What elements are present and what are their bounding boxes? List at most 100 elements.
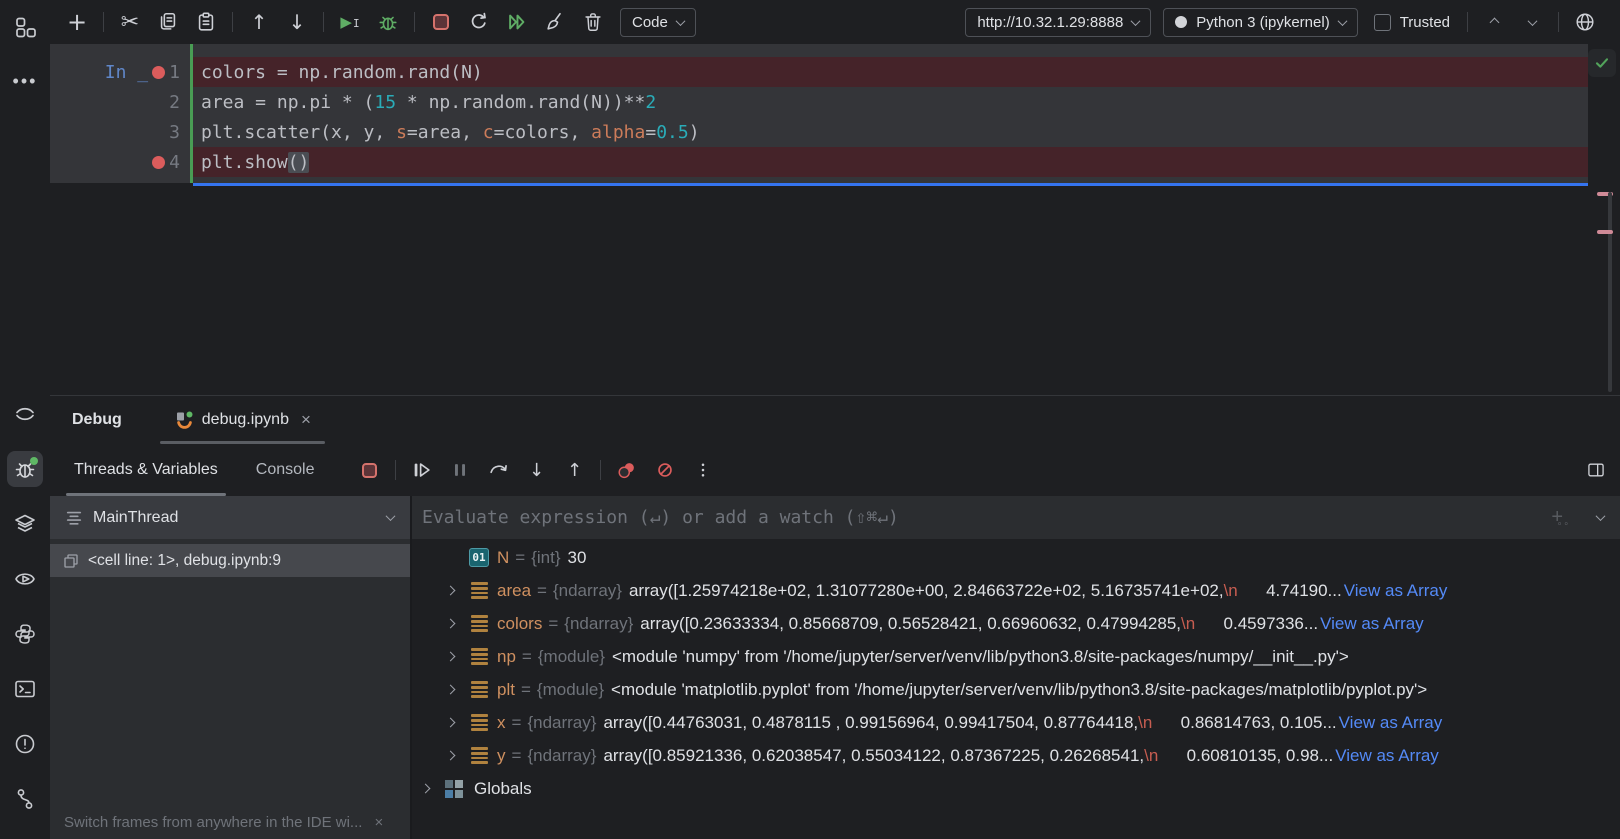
gutter-line-4[interactable]: 4 [50, 147, 190, 177]
gutter-line-3[interactable]: 3 [50, 117, 190, 147]
pause-button[interactable] [448, 458, 472, 482]
interrupt-kernel-button[interactable] [428, 9, 454, 35]
hint-close-icon[interactable]: × [374, 814, 383, 831]
copy-cell-button[interactable] [155, 9, 181, 35]
sidebar-item-more-tool-windows[interactable]: ••• [7, 63, 43, 99]
cut-cell-button[interactable]: ✂ [117, 9, 143, 35]
variable-row-N[interactable]: 01 N = {int} 30 [412, 541, 1620, 574]
chevron-down-icon [1337, 16, 1347, 26]
tab-threads-variables[interactable]: Threads & Variables [72, 444, 220, 496]
restart-kernel-button[interactable] [466, 9, 492, 35]
breakpoint-stripe-mark[interactable] [1597, 230, 1613, 234]
server-url-select[interactable]: http://10.32.1.29:8888 [965, 8, 1151, 37]
add-cell-button[interactable]: + [64, 9, 90, 35]
step-out-button[interactable]: ↑ [562, 458, 586, 482]
debug-cell-bug-icon [377, 11, 399, 33]
notebook-editor[interactable]: In _ 1 2 3 4 colors = np.random.ran [50, 44, 1620, 395]
sidebar-item-problems[interactable] [7, 726, 43, 762]
sidebar-item-layers[interactable] [7, 506, 43, 542]
code-token: plt.scatter(x, y, [201, 122, 396, 143]
sidebar-item-project[interactable] [7, 9, 43, 45]
frames-hint-text: Switch frames from anywhere in the IDE w… [64, 814, 362, 831]
view-breakpoints-icon [616, 459, 638, 481]
run-cell-button[interactable]: ▶I [337, 9, 363, 35]
open-in-browser-button[interactable] [1572, 9, 1598, 35]
view-as-array-link[interactable]: View as Array [1335, 746, 1439, 766]
debug-cell-button[interactable] [375, 9, 401, 35]
toolbar-separator [103, 12, 104, 32]
paste-cell-button[interactable] [193, 9, 219, 35]
gutter-line-1[interactable]: In _ 1 [50, 57, 190, 87]
step-over-button[interactable] [486, 458, 510, 482]
variable-value: 0.86814763, 0.105... [1152, 713, 1336, 733]
expand-chevron[interactable] [447, 686, 469, 693]
checkmark-icon [1594, 55, 1610, 71]
variable-name: x [497, 713, 506, 733]
sidebar-item-terminal[interactable] [7, 671, 43, 707]
close-tab-icon[interactable]: × [301, 410, 311, 430]
variable-row-area[interactable]: area = {ndarray} array([1.25974218e+02, … [412, 574, 1620, 607]
delete-cell-button[interactable] [580, 9, 606, 35]
resume-button[interactable] [410, 458, 434, 482]
view-breakpoints-button[interactable] [615, 458, 639, 482]
variable-row-x[interactable]: x = {ndarray} array([0.44763031, 0.48781… [412, 706, 1620, 739]
view-as-array-link[interactable]: View as Array [1344, 581, 1448, 601]
code-cell[interactable]: In _ 1 2 3 4 colors = np.random.ran [50, 44, 1588, 183]
stop-button[interactable] [357, 458, 381, 482]
step-into-button[interactable]: ↓ [524, 458, 548, 482]
tab-console[interactable]: Console [254, 444, 317, 496]
code-token: 15 [374, 92, 396, 113]
code-area[interactable]: colors = np.random.rand(N) area = np.pi … [193, 57, 1588, 177]
sidebar-item-debug[interactable] [7, 451, 43, 487]
expand-chevron[interactable] [447, 719, 469, 726]
scroll-down-button[interactable] [1519, 9, 1545, 35]
kernel-value: Python 3 (ipykernel) [1196, 14, 1329, 31]
expand-chevron[interactable] [447, 620, 469, 627]
debug-session-tab[interactable]: debug.ipynb × [160, 396, 325, 444]
inspections-status[interactable] [1588, 49, 1616, 77]
variable-row-y[interactable]: y = {ndarray} array([0.85921336, 0.62038… [412, 739, 1620, 772]
mute-breakpoints-button[interactable] [653, 458, 677, 482]
editor-scrollbar[interactable] [1608, 192, 1612, 392]
chevron-down-icon[interactable] [1596, 511, 1606, 521]
clear-outputs-button[interactable] [542, 9, 568, 35]
ndarray-icon [469, 615, 489, 632]
variable-row-globals[interactable]: Globals [412, 772, 1620, 805]
code-line-1[interactable]: colors = np.random.rand(N) [193, 57, 1588, 87]
variable-row-colors[interactable]: colors = {ndarray} array([0.23633334, 0.… [412, 607, 1620, 640]
expand-chevron[interactable] [447, 653, 469, 660]
sidebar-item-services[interactable] [7, 561, 43, 597]
expand-chevron[interactable] [422, 785, 444, 792]
cell-type-select[interactable]: Code [620, 8, 696, 37]
more-options-button[interactable] [691, 458, 715, 482]
ndarray-icon [469, 747, 489, 764]
evaluate-expression-input[interactable]: Evaluate expression (↵) or add a watch (… [412, 496, 1620, 539]
sidebar-item-python-console[interactable] [7, 616, 43, 652]
trusted-checkbox[interactable]: Trusted [1374, 14, 1450, 31]
tab-threads-variables-label: Threads & Variables [74, 461, 218, 479]
move-cell-up-button[interactable]: ↑ [246, 9, 272, 35]
variable-row-plt[interactable]: plt = {module} <module 'matplotlib.pyplo… [412, 673, 1620, 706]
frame-row[interactable]: <cell line: 1>, debug.ipynb:9 [50, 544, 410, 577]
gutter-line-2[interactable]: 2 [50, 87, 190, 117]
code-line-3[interactable]: plt.scatter(x, y, s=area, c=colors, alph… [193, 117, 1588, 147]
expand-chevron[interactable] [447, 587, 469, 594]
breakpoint-dot[interactable] [152, 66, 165, 79]
variable-value: <module 'numpy' from '/home/jupyter/serv… [612, 647, 1349, 667]
expand-chevron[interactable] [447, 752, 469, 759]
view-as-array-link[interactable]: View as Array [1339, 713, 1443, 733]
kernel-select[interactable]: Python 3 (ipykernel) [1163, 8, 1357, 37]
thread-selector[interactable]: MainThread [50, 496, 410, 539]
sidebar-item-lens[interactable] [7, 396, 43, 432]
code-line-4[interactable]: plt.show() [193, 147, 1588, 177]
view-as-array-link[interactable]: View as Array [1320, 614, 1424, 634]
scroll-up-button[interactable] [1481, 9, 1507, 35]
sidebar-item-version-control[interactable] [7, 781, 43, 817]
code-line-2[interactable]: area = np.pi * (15 * np.random.rand(N))*… [193, 87, 1588, 117]
variable-row-np[interactable]: np = {module} <module 'numpy' from '/hom… [412, 640, 1620, 673]
breakpoint-dot[interactable] [152, 156, 165, 169]
add-watch-button[interactable]: +∘∘ [1551, 506, 1563, 529]
move-cell-down-button[interactable]: ↓ [284, 9, 310, 35]
run-all-button[interactable] [504, 9, 530, 35]
layout-settings-button[interactable] [1584, 458, 1608, 482]
